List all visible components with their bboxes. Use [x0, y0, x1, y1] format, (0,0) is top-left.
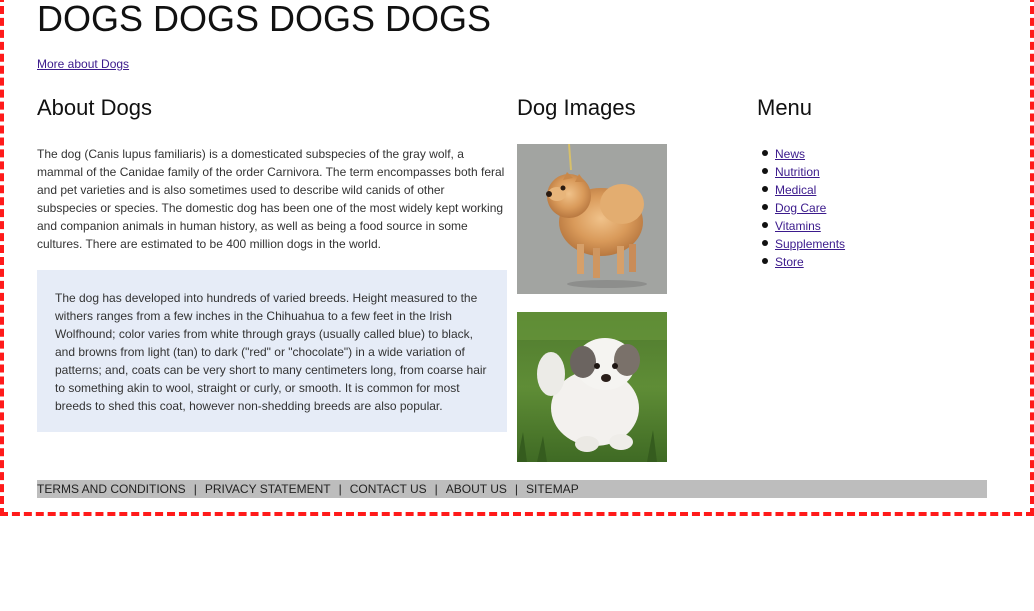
menu-item-dog-care: Dog Care: [761, 199, 845, 217]
dog-image-puppy: [517, 312, 667, 462]
footer-separator: |: [434, 482, 438, 496]
menu-heading: Menu: [757, 95, 813, 120]
menu-list: News Nutrition Medical Dog Care Vitamins…: [757, 145, 845, 271]
menu-link-nutrition[interactable]: Nutrition: [775, 165, 820, 179]
about-heading: About Dogs: [37, 95, 152, 120]
menu-item-vitamins: Vitamins: [761, 217, 845, 235]
images-heading: Dog Images: [517, 95, 636, 120]
menu-link-medical[interactable]: Medical: [775, 183, 816, 197]
about-paragraph: The dog (Canis lupus familiaris) is a do…: [37, 147, 505, 251]
menu-item-store: Store: [761, 253, 845, 271]
breeds-info-box: The dog has developed into hundreds of v…: [37, 270, 507, 432]
menu-link-news[interactable]: News: [775, 147, 805, 161]
more-about-dogs-link[interactable]: More about Dogs: [37, 57, 129, 71]
footer-separator: |: [514, 482, 519, 496]
menu-link-supplements[interactable]: Supplements: [775, 237, 845, 251]
menu-item-nutrition: Nutrition: [761, 163, 845, 181]
menu-link-store[interactable]: Store: [775, 255, 804, 269]
menu-link-vitamins[interactable]: Vitamins: [775, 219, 821, 233]
footer-separator: |: [338, 482, 342, 496]
footer-link-contact[interactable]: CONTACT US: [350, 482, 427, 496]
footer-link-terms[interactable]: TERMS AND CONDITIONS: [37, 482, 186, 496]
dog-image-pomeranian: [517, 144, 667, 294]
menu-item-news: News: [761, 145, 845, 163]
footer-bar: TERMS AND CONDITIONS | PRIVACY STATEMENT | C…: [37, 480, 987, 498]
menu-item-medical: Medical: [761, 181, 845, 199]
menu-item-supplements: Supplements: [761, 235, 845, 253]
site-title: DOGS DOGS DOGS DOGS: [37, 0, 492, 39]
menu-link-dog-care[interactable]: Dog Care: [775, 201, 826, 215]
footer-link-sitemap[interactable]: SITEMAP: [526, 482, 579, 496]
footer-link-privacy[interactable]: PRIVACY STATEMENT: [205, 482, 331, 496]
footer-link-about[interactable]: ABOUT US: [446, 482, 507, 496]
breeds-paragraph: The dog has developed into hundreds of v…: [55, 291, 487, 413]
footer-separator: |: [193, 482, 197, 496]
